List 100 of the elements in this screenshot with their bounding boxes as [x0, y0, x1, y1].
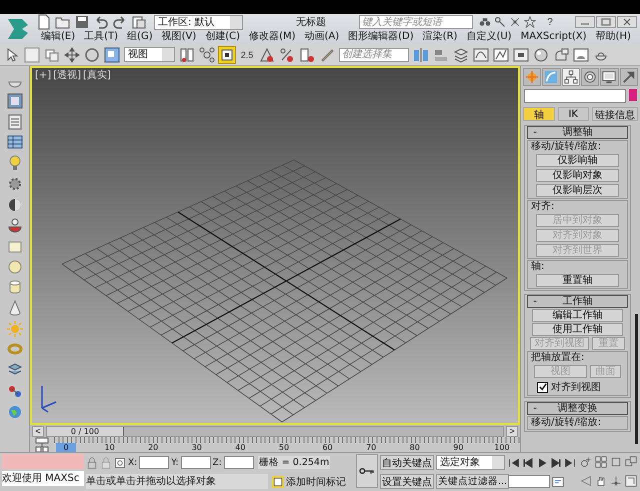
scrollbar[interactable]	[635, 314, 638, 444]
absolute-mode-icon[interactable]	[114, 456, 126, 468]
zoom-extents-all-icon[interactable]	[625, 456, 637, 468]
hierarchy-tab[interactable]: 轴	[523, 107, 554, 121]
workspace-dropdown[interactable]: 工作区: 默认	[154, 14, 243, 30]
rotate-icon[interactable]	[84, 46, 100, 62]
panel-button[interactable]: 重置轴	[536, 274, 619, 287]
menu-item[interactable]: 自定义(U)	[466, 30, 512, 44]
menu-item[interactable]: 工具(T)	[84, 30, 118, 44]
rollout-header[interactable]: - 调整变换	[527, 402, 628, 415]
reference-coordinate-dropdown[interactable]: 视图	[124, 47, 175, 62]
pan-hand-icon[interactable]	[595, 474, 607, 486]
menu-item[interactable]: 修改器(M)	[249, 30, 296, 44]
time-tag-icon[interactable]	[272, 476, 284, 488]
checkbox[interactable]	[537, 382, 548, 392]
field-of-view-icon[interactable]	[580, 474, 592, 486]
cone-icon[interactable]	[6, 300, 22, 316]
coordinate-field[interactable]	[180, 456, 211, 469]
key-filters-button[interactable]: 关键点过滤器...	[436, 474, 510, 489]
previous-frame-icon[interactable]	[522, 456, 534, 468]
hierarchy-tab[interactable]: 链接信息	[592, 107, 638, 121]
panel-tab[interactable]	[620, 68, 638, 86]
viewport-label[interactable]: [真实]	[83, 70, 111, 81]
key-mode-dropdown[interactable]: 选定对象	[436, 455, 505, 470]
lock-icon[interactable]	[86, 456, 98, 468]
angle-snap-icon[interactable]	[259, 46, 275, 62]
teapot-render-icon[interactable]	[6, 217, 22, 234]
schematic-icon[interactable]	[513, 46, 529, 62]
menu-item[interactable]: MAXScript(X)	[520, 30, 587, 44]
set-key-button[interactable]: 设置关键点	[380, 474, 434, 489]
minimize-icon[interactable]	[575, 16, 595, 28]
mirror-icon[interactable]	[413, 46, 429, 62]
panel-tab[interactable]	[562, 68, 580, 86]
light-bulb-icon[interactable]	[6, 155, 22, 172]
hierarchy-tab[interactable]: IK	[558, 107, 589, 121]
rollout-header[interactable]: - 调整轴	[527, 126, 628, 139]
viewport-label[interactable]: [+]	[35, 70, 52, 81]
panel-button[interactable]: 编辑工作轴	[532, 309, 623, 322]
panel-tab[interactable]	[580, 68, 600, 86]
maxscript-listener-field[interactable]	[2, 454, 84, 469]
timeline-ruler[interactable]: 0 10 20 30 40 50 60 70 80 90 100	[54, 437, 520, 452]
go-to-end-icon[interactable]	[564, 456, 576, 468]
current-frame-field[interactable]	[508, 475, 550, 488]
sphere-icon[interactable]	[6, 258, 22, 275]
help-button[interactable]: ?	[539, 16, 561, 28]
rendered-frame-icon[interactable]	[573, 46, 589, 62]
keyboard-override-icon[interactable]	[219, 46, 235, 62]
percent-snap-icon[interactable]	[279, 46, 295, 62]
search-field[interactable]: 键入关键字或短语	[359, 15, 473, 29]
project-folder-icon[interactable]	[131, 14, 147, 30]
panel-button[interactable]: 仅影响对象	[536, 169, 619, 182]
render-frame-icon[interactable]	[6, 93, 22, 110]
menu-item[interactable]: 视图(V)	[162, 30, 196, 44]
orbit-icon[interactable]	[610, 474, 622, 486]
named-selection-field[interactable]: 创建选择集	[339, 48, 409, 62]
grid-table-icon[interactable]	[6, 134, 22, 150]
menu-item[interactable]: 动画(A)	[304, 30, 340, 44]
pivot-icon[interactable]	[179, 46, 195, 62]
rectangle-selection-icon[interactable]	[24, 46, 40, 62]
menu-item[interactable]: 帮助(H)	[596, 30, 631, 44]
time-configuration-icon[interactable]	[552, 476, 564, 488]
curve-editor-icon[interactable]	[493, 46, 509, 62]
perspective-viewport[interactable]: [+] [透视] [真实]	[30, 66, 520, 425]
rollout-header[interactable]: - 工作轴	[527, 295, 628, 308]
layers-icon[interactable]	[453, 46, 469, 62]
scale-icon[interactable]	[104, 46, 120, 62]
material-editor-icon[interactable]	[533, 46, 549, 62]
object-name-field[interactable]	[524, 89, 626, 103]
previous-button[interactable]: <	[32, 426, 44, 436]
zoom-extents-icon[interactable]	[610, 456, 622, 468]
menu-item[interactable]: 图形编辑器(D)	[348, 30, 414, 44]
coordinate-field[interactable]	[139, 456, 170, 469]
panel-button[interactable]: 使用工作轴	[532, 323, 623, 336]
coordinate-field[interactable]	[224, 456, 254, 469]
cylinder-icon[interactable]	[6, 279, 22, 296]
graph-editor-icon[interactable]	[473, 46, 489, 62]
half-sphere-icon[interactable]	[6, 196, 22, 213]
zoom-icon[interactable]	[580, 456, 592, 468]
next-button[interactable]: >	[506, 426, 518, 436]
manipulate-icon[interactable]	[199, 46, 215, 62]
maximize-viewport-icon[interactable]	[625, 474, 637, 486]
checkbox-label[interactable]: 对齐到视图	[551, 380, 601, 394]
save-icon[interactable]	[74, 14, 90, 30]
gear-icon[interactable]	[6, 176, 22, 192]
list-icon[interactable]	[6, 114, 22, 130]
panel-tab[interactable]	[600, 68, 619, 86]
play-icon[interactable]	[536, 456, 548, 468]
move-icon[interactable]	[64, 46, 80, 62]
window-crossing-icon[interactable]	[44, 46, 60, 62]
time-slider-thumb[interactable]: 0 / 100	[47, 426, 124, 436]
auto-key-button[interactable]: 自动关键点	[380, 455, 434, 470]
menu-item[interactable]: 组(G)	[127, 30, 153, 44]
render-setup-icon[interactable]	[553, 46, 569, 62]
menu-item[interactable]: 渲染(R)	[422, 30, 458, 44]
track-bar-icon[interactable]	[34, 436, 50, 452]
spinner-snap-icon[interactable]	[299, 46, 315, 62]
panel-button[interactable]: 仅影响层次	[536, 184, 619, 197]
next-frame-icon[interactable]	[550, 456, 562, 468]
close-icon[interactable]	[617, 16, 637, 28]
zoom-all-icon[interactable]	[595, 456, 607, 468]
